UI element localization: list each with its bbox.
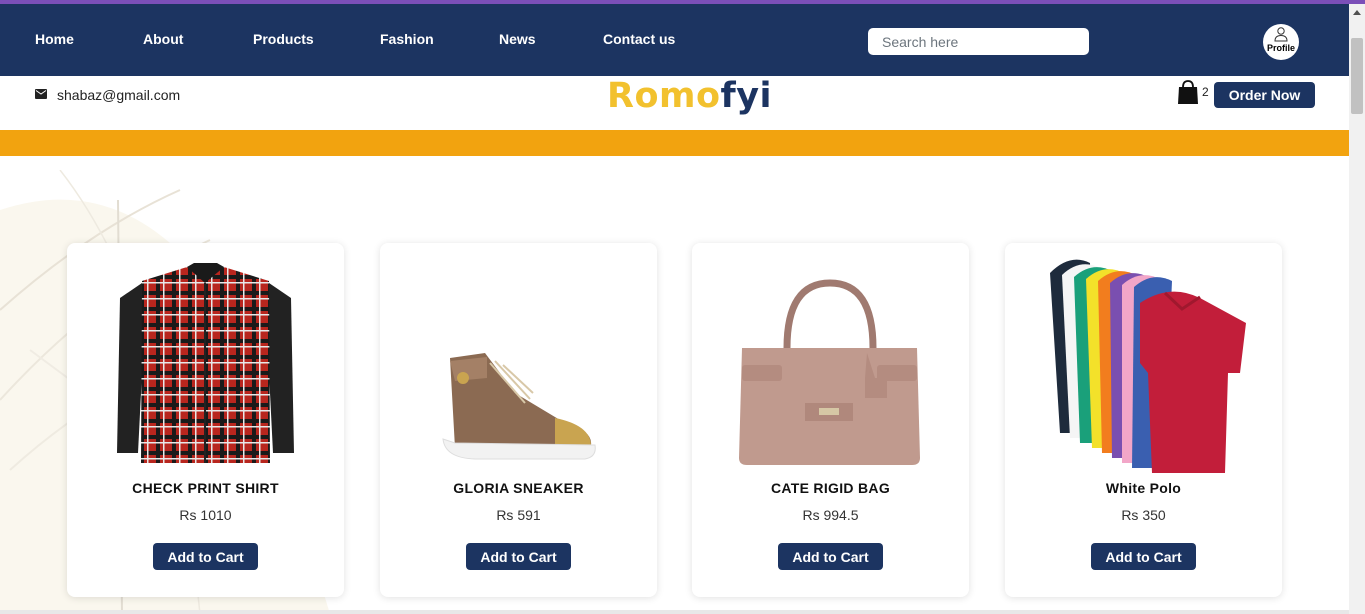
add-to-cart-button[interactable]: Add to Cart	[153, 543, 258, 570]
nav-contact-link[interactable]: Contact us	[603, 31, 675, 47]
user-icon	[1274, 27, 1288, 42]
romofyi-logo[interactable]: Romofyi	[607, 76, 772, 116]
nav-home-link[interactable]: Home	[35, 31, 74, 47]
page-scrollbar[interactable]	[1349, 4, 1365, 614]
profile-button[interactable]: Profile	[1263, 24, 1299, 60]
add-to-cart-button[interactable]: Add to Cart	[778, 543, 883, 570]
product-image-polo[interactable]	[1040, 253, 1247, 475]
bottom-edge	[0, 610, 1349, 614]
logo-text-part1: Romo	[607, 76, 721, 116]
product-card: White Polo Rs 350 Add to Cart	[1005, 243, 1282, 597]
scrollbar-thumb[interactable]	[1351, 38, 1363, 114]
product-price: Rs 350	[1121, 507, 1166, 523]
contact-email: shabaz@gmail.com	[57, 87, 181, 103]
product-price: Rs 591	[496, 507, 541, 523]
shopping-bag-icon[interactable]	[1177, 79, 1199, 105]
product-image-sneaker[interactable]	[415, 253, 622, 475]
scroll-up-arrow-icon[interactable]	[1353, 10, 1361, 15]
product-name: CATE RIGID BAG	[770, 480, 891, 496]
nav-products-link[interactable]: Products	[253, 31, 314, 47]
profile-label: Profile	[1266, 43, 1295, 53]
product-image-bag[interactable]	[727, 253, 934, 475]
add-to-cart-button[interactable]: Add to Cart	[1091, 543, 1196, 570]
product-card: CATE RIGID BAG Rs 994.5 Add to Cart	[692, 243, 969, 597]
product-price: Rs 994.5	[802, 507, 859, 523]
product-price: Rs 1010	[179, 507, 232, 523]
product-name: GLORIA SNEAKER	[453, 480, 584, 496]
nav-fashion-link[interactable]: Fashion	[380, 31, 434, 47]
product-name: CHECK PRINT SHIRT	[132, 480, 279, 496]
product-card: CHECK PRINT SHIRT Rs 1010 Add to Cart	[67, 243, 344, 597]
product-image-shirt[interactable]	[102, 253, 309, 475]
nav-about-link[interactable]: About	[143, 31, 183, 47]
product-card: GLORIA SNEAKER Rs 591 Add to Cart	[380, 243, 657, 597]
mail-icon	[35, 89, 47, 99]
main-navbar: Home About Products Fashion News Contact…	[0, 4, 1349, 76]
product-name: White Polo	[1105, 480, 1182, 496]
order-now-button[interactable]: Order Now	[1214, 82, 1315, 108]
cart-count: 2	[1202, 85, 1209, 99]
check-shirt-image	[117, 263, 294, 463]
white-polo-image	[1050, 259, 1246, 473]
nav-news-link[interactable]: News	[499, 31, 536, 47]
sub-header: shabaz@gmail.com Romofyi 2 Order Now	[0, 76, 1349, 130]
search-input[interactable]	[868, 28, 1089, 55]
add-to-cart-button[interactable]: Add to Cart	[466, 543, 571, 570]
cate-rigid-bag-image	[739, 279, 920, 465]
orange-banner-stripe	[0, 130, 1349, 156]
logo-text-part2: fyi	[720, 76, 773, 116]
gloria-sneaker-image	[442, 353, 596, 460]
